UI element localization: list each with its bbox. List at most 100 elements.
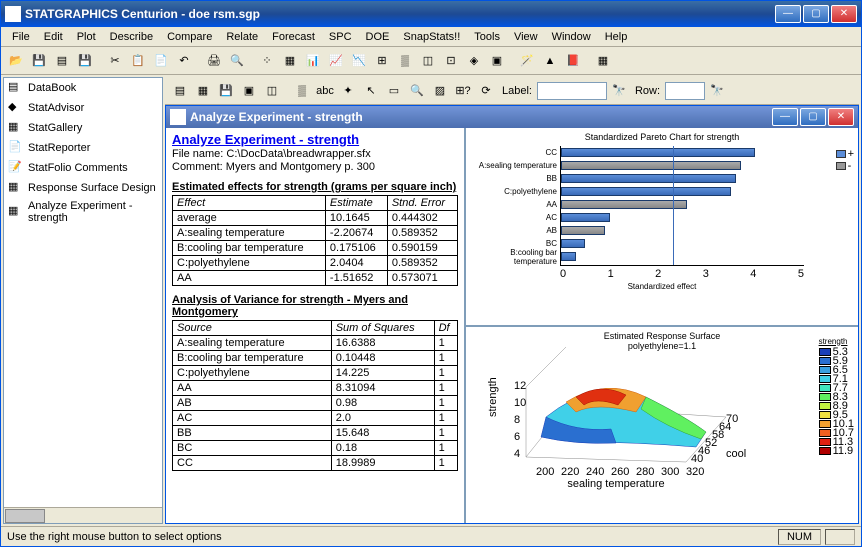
tb-copy-icon[interactable]: 📋 [127, 50, 149, 72]
t2-g5-icon[interactable]: ▭ [383, 80, 405, 102]
tb-chart1-icon[interactable]: 📊 [302, 50, 324, 72]
tb-chart7-icon[interactable]: ⊡ [440, 50, 462, 72]
t2-zoom-icon[interactable]: 🔍 [406, 80, 428, 102]
tb-chart8-icon[interactable]: ◈ [463, 50, 485, 72]
label-row: Row: [635, 85, 660, 97]
svg-text:300: 300 [661, 466, 679, 478]
t2-find-icon[interactable]: 🔭 [608, 80, 630, 102]
child-close-button[interactable]: ✕ [828, 108, 854, 126]
report-heading[interactable]: Analyze Experiment - strength [172, 132, 359, 147]
pareto-legend-minus: - [836, 160, 854, 172]
sidebar-scrollbar[interactable] [4, 507, 162, 523]
tb-six-icon[interactable]: ▲ [539, 50, 561, 72]
tb-open-icon[interactable]: 📂 [5, 50, 27, 72]
sidebar-item-rsdesign[interactable]: ▦ Response Surface Design [4, 178, 162, 198]
tb-chart9-icon[interactable]: ▣ [486, 50, 508, 72]
menu-forecast[interactable]: Forecast [265, 29, 322, 45]
t2-g2-icon[interactable]: abc [314, 80, 336, 102]
surface-chart-pane[interactable]: Estimated Response Surface polyethylene=… [466, 327, 858, 524]
t2-g8-icon[interactable]: ⟳ [475, 80, 497, 102]
label-input[interactable] [537, 82, 607, 100]
tb-saveall-icon[interactable]: 💾 [74, 50, 96, 72]
t2-opts-icon[interactable]: ▣ [238, 80, 260, 102]
statgallery-icon: ▦ [8, 120, 24, 136]
sidebar-item-label: StatFolio Comments [28, 162, 128, 174]
sidebar-item-label: StatAdvisor [28, 102, 84, 114]
menu-help[interactable]: Help [598, 29, 635, 45]
t2-g3-icon[interactable]: ✦ [337, 80, 359, 102]
menu-compare[interactable]: Compare [160, 29, 219, 45]
t2-save-icon[interactable]: 💾 [215, 80, 237, 102]
minimize-button[interactable]: — [775, 5, 801, 23]
menu-snapstats[interactable]: SnapStats!! [396, 29, 467, 45]
child-minimize-button[interactable]: — [772, 108, 798, 126]
svg-text:cooling bar temperature: cooling bar temperature [726, 448, 746, 460]
tb-grid-icon[interactable]: ▦ [279, 50, 301, 72]
menu-describe[interactable]: Describe [103, 29, 160, 45]
tb-chart4-icon[interactable]: ⊞ [371, 50, 393, 72]
child-maximize-button[interactable]: ▢ [800, 108, 826, 126]
rsdesign-icon: ▦ [8, 180, 24, 196]
menu-window[interactable]: Window [545, 29, 598, 45]
pareto-xlabel: Standardized effect [470, 282, 854, 291]
tb-print-icon[interactable]: 🖨 [203, 50, 225, 72]
analyze-icon: ▦ [8, 204, 24, 220]
svg-text:220: 220 [561, 466, 579, 478]
sidebar-item-databook[interactable]: ▤ DataBook [4, 78, 162, 98]
tb-chart2-icon[interactable]: 📈 [325, 50, 347, 72]
tb-paste-icon[interactable]: 📄 [150, 50, 172, 72]
child-icon: ▦ [170, 109, 186, 125]
sidebar-item-statadvisor[interactable]: ◆StatAdvisor [4, 98, 162, 118]
maximize-button[interactable]: ▢ [803, 5, 829, 23]
child-titlebar[interactable]: ▦ Analyze Experiment - strength — ▢ ✕ [166, 106, 858, 128]
tb-table-icon[interactable]: ▦ [592, 50, 614, 72]
svg-text:320: 320 [686, 466, 704, 478]
scroll-thumb[interactable] [5, 509, 45, 523]
svg-text:4: 4 [514, 448, 520, 460]
tb-undo-icon[interactable]: ↶ [173, 50, 195, 72]
t2-find2-icon[interactable]: 🔭 [706, 80, 728, 102]
sidebar-item-label: DataBook [28, 82, 76, 94]
pareto-chart-pane[interactable]: Standardized Pareto Chart for strength +… [466, 128, 858, 327]
tb-save-icon[interactable]: 💾 [28, 50, 50, 72]
titlebar[interactable]: STATGRAPHICS Centurion - doe rsm.sgp — ▢… [1, 1, 861, 27]
row-input[interactable] [665, 82, 705, 100]
sidebar-item-statreporter[interactable]: 📄StatReporter [4, 138, 162, 158]
report-pane[interactable]: Analyze Experiment - strength File name:… [166, 128, 466, 523]
tb-scatter-icon[interactable]: ⁘ [256, 50, 278, 72]
t2-g6-icon[interactable]: ▨ [429, 80, 451, 102]
tb-wizard-icon[interactable]: 🪄 [516, 50, 538, 72]
menu-plot[interactable]: Plot [70, 29, 103, 45]
menu-view[interactable]: View [507, 29, 545, 45]
menu-doe[interactable]: DOE [359, 29, 397, 45]
tb-cut-icon[interactable]: ✂ [104, 50, 126, 72]
titlebar-text: STATGRAPHICS Centurion - doe rsm.sgp [25, 7, 775, 21]
tb-chart3-icon[interactable]: 📉 [348, 50, 370, 72]
sidebar-item-label: Response Surface Design [28, 182, 156, 194]
t2-g1-icon[interactable]: ▒ [291, 80, 313, 102]
tb-chart6-icon[interactable]: ◫ [417, 50, 439, 72]
tb-preview-icon[interactable]: 🔍 [226, 50, 248, 72]
sidebar-item-statgallery[interactable]: ▦StatGallery [4, 118, 162, 138]
sidebar-item-comments[interactable]: 📝StatFolio Comments [4, 158, 162, 178]
t2-pane-icon[interactable]: ◫ [261, 80, 283, 102]
menu-edit[interactable]: Edit [37, 29, 70, 45]
t2-g4-icon[interactable]: ↖ [360, 80, 382, 102]
t2-graphs-icon[interactable]: ▦ [192, 80, 214, 102]
t2-tables-icon[interactable]: ▤ [169, 80, 191, 102]
menu-tools[interactable]: Tools [467, 29, 507, 45]
databook-icon: ▤ [8, 80, 24, 96]
surface-title: Estimated Response Surface [470, 331, 854, 341]
t2-g7-icon[interactable]: ⊞? [452, 80, 474, 102]
tb-chart5-icon[interactable]: ▒ [394, 50, 416, 72]
toolbar-main: 📂 💾 ▤ 💾 ✂ 📋 📄 ↶ 🖨 🔍 ⁘ ▦ 📊 📈 📉 ⊞ ▒ ◫ ⊡ ◈ … [1, 47, 861, 75]
menu-spc[interactable]: SPC [322, 29, 359, 45]
anova-title: Analysis of Variance for strength - Myer… [172, 294, 458, 318]
close-button[interactable]: ✕ [831, 5, 857, 23]
menu-relate[interactable]: Relate [219, 29, 265, 45]
sidebar-item-analyze[interactable]: ▦Analyze Experiment - strength [4, 198, 162, 226]
menu-file[interactable]: File [5, 29, 37, 45]
sidebar: ▤ DataBook ◆StatAdvisor ▦StatGallery 📄Sta… [3, 77, 163, 524]
tb-book-icon[interactable]: 📕 [562, 50, 584, 72]
tb-data-icon[interactable]: ▤ [51, 50, 73, 72]
